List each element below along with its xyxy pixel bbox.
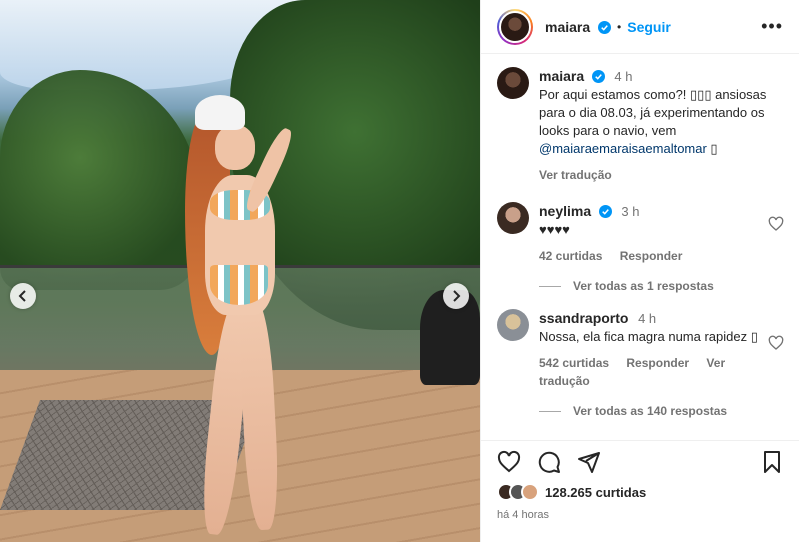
caption-body: maiara 4 h Por aqui estamos como?! ▯▯▯ a… — [539, 67, 784, 184]
comment-username[interactable]: neylima — [539, 203, 591, 219]
likes-summary[interactable]: 128.265 curtidas — [497, 483, 784, 501]
post-sidebar: maiara • Seguir ••• maiara 4 h Por aqui … — [480, 0, 799, 542]
post-timestamp: há 4 horas — [497, 509, 549, 521]
comment-body: ssandraporto 4 h Nossa, ela fica magra n… — [539, 309, 768, 390]
next-image-button[interactable] — [443, 283, 469, 309]
caption-avatar[interactable] — [497, 67, 529, 99]
author-avatar[interactable] — [497, 8, 533, 45]
likes-count[interactable]: 128.265 curtidas — [545, 485, 646, 500]
comment-likes[interactable]: 42 curtidas — [539, 249, 602, 263]
follow-button[interactable]: Seguir — [627, 19, 671, 35]
chevron-right-icon — [453, 290, 461, 302]
chevron-left-icon — [18, 290, 26, 302]
view-replies-button[interactable]: Ver todas as 140 respostas — [539, 404, 784, 418]
share-icon[interactable] — [577, 450, 601, 474]
comment-item: ssandraporto 4 h Nossa, ela fica magra n… — [497, 309, 784, 390]
trees-left — [0, 70, 200, 290]
view-replies-text[interactable]: Ver todas as 1 respostas — [573, 279, 714, 293]
comment-avatar[interactable] — [497, 309, 529, 341]
bookmark-icon[interactable] — [760, 450, 784, 474]
comment-meta: 42 curtidas Responder — [539, 247, 768, 265]
caption-time: 4 h — [614, 69, 633, 84]
post-actions: 128.265 curtidas há 4 horas — [481, 440, 799, 521]
caption-text: Por aqui estamos como?! ▯▯▯ ansiosas par… — [539, 87, 767, 138]
cap — [195, 95, 245, 130]
replies-divider — [539, 285, 561, 287]
post-image[interactable] — [0, 0, 480, 542]
heart-icon[interactable] — [768, 335, 784, 351]
verified-icon — [598, 20, 612, 34]
comment-icon[interactable] — [537, 450, 561, 474]
liker-avatar — [521, 483, 539, 501]
view-replies-button[interactable]: Ver todas as 1 respostas — [539, 279, 784, 293]
woman-figure — [185, 95, 305, 537]
comment-time: 3 h — [621, 204, 640, 219]
heart-icon[interactable] — [768, 216, 784, 232]
action-icons — [497, 441, 784, 483]
caption-meta: Ver tradução — [539, 166, 784, 184]
caption-tail: ▯ — [706, 141, 718, 156]
view-replies-text[interactable]: Ver todas as 140 respostas — [573, 404, 727, 418]
replies-divider — [539, 410, 561, 412]
author-username-text[interactable]: maiara — [545, 19, 590, 35]
heart-icon[interactable] — [497, 450, 521, 474]
separator-dot: • — [617, 19, 622, 34]
comment-avatar[interactable] — [497, 202, 529, 234]
comments-list[interactable]: maiara 4 h Por aqui estamos como?! ▯▯▯ a… — [481, 55, 799, 438]
comment-meta: 542 curtidas Responder Ver tradução — [539, 354, 768, 390]
bikini-bottom — [210, 265, 268, 305]
previous-image-button[interactable] — [10, 283, 36, 309]
post-header: maiara • Seguir ••• — [481, 0, 799, 54]
author-username[interactable]: maiara — [545, 19, 612, 35]
verified-icon — [591, 70, 605, 83]
comment-text: Nossa, ela fica magra numa rapidez ▯ — [539, 329, 758, 344]
see-translation-link[interactable]: Ver tradução — [539, 168, 612, 182]
comment-username[interactable]: ssandraporto — [539, 310, 628, 326]
comment-body: neylima 3 h ♥♥♥♥ 42 curtidas Responder — [539, 202, 768, 265]
verified-icon — [598, 205, 612, 218]
caption-mention-link[interactable]: @maiaraemaraisaemaltomar — [539, 141, 707, 156]
comment-time: 4 h — [638, 311, 657, 326]
avatar-image — [499, 10, 531, 43]
caption-username[interactable]: maiara — [539, 68, 584, 84]
more-options-button[interactable]: ••• — [761, 16, 783, 37]
face — [215, 125, 255, 170]
reply-button[interactable]: Responder — [620, 249, 683, 263]
leg-right — [237, 299, 281, 531]
comment-text: ♥♥♥♥ — [539, 222, 570, 237]
comment-likes[interactable]: 542 curtidas — [539, 356, 609, 370]
reply-button[interactable]: Responder — [626, 356, 689, 370]
comment-item: neylima 3 h ♥♥♥♥ 42 curtidas Responder — [497, 202, 784, 265]
caption: maiara 4 h Por aqui estamos como?! ▯▯▯ a… — [497, 67, 784, 184]
